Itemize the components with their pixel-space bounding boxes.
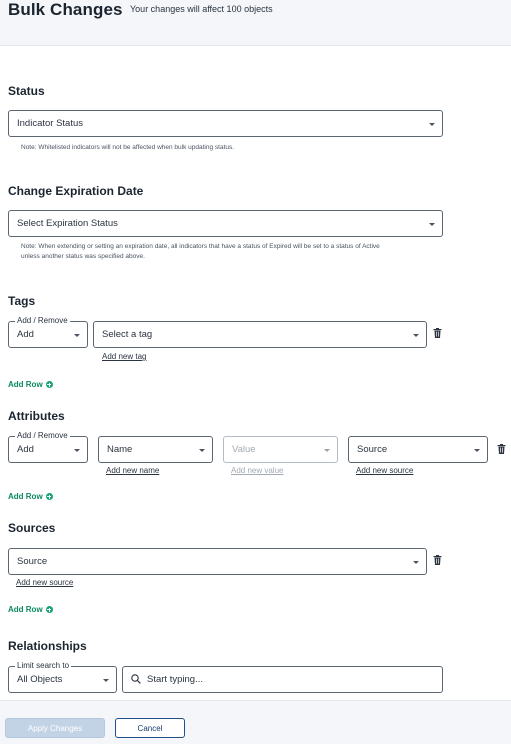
sources-section-title: Sources <box>8 521 56 535</box>
attribute-value-value: Value <box>232 444 256 455</box>
page-subtitle: Your changes will affect 100 objects <box>130 4 273 14</box>
bulk-changes-form: Status Indicator Status Note: Whiteliste… <box>0 46 511 700</box>
source-select[interactable]: Source <box>8 548 427 575</box>
status-section-title: Status <box>8 84 45 98</box>
expiration-note-line2: unless another status was specified abov… <box>21 253 145 260</box>
expiration-select-value: Select Expiration Status <box>17 218 118 229</box>
relationships-section-title: Relationships <box>8 639 87 653</box>
expiration-select[interactable]: Select Expiration Status <box>8 210 443 237</box>
add-new-name-link[interactable]: Add new name <box>106 466 159 475</box>
tags-mode-select[interactable]: Add / Remove Add <box>8 316 88 348</box>
tags-mode-value: Add <box>17 329 34 340</box>
add-new-tag-link[interactable]: Add new tag <box>102 352 146 361</box>
source-select-value: Source <box>17 556 48 567</box>
caret-down-icon <box>429 123 435 126</box>
tags-mode-legend: Add / Remove <box>15 316 70 325</box>
apply-changes-button[interactable]: Apply Changes <box>5 718 105 738</box>
limit-search-value: All Objects <box>17 674 63 685</box>
status-note: Note: Whitelisted indicators will not be… <box>21 144 235 151</box>
relationship-search-input[interactable]: Start typing... <box>122 666 443 693</box>
relationship-search-placeholder: Start typing... <box>147 674 203 685</box>
expiration-section-title: Change Expiration Date <box>8 184 144 198</box>
attribute-source-select[interactable]: Source <box>348 436 488 463</box>
add-new-value-link[interactable]: Add new value <box>231 466 283 475</box>
attributes-mode-select[interactable]: Add / Remove Add <box>8 431 88 463</box>
header: Bulk Changes Your changes will affect 10… <box>0 0 511 46</box>
footer: Apply Changes Cancel <box>0 700 511 744</box>
attributes-add-row-button[interactable]: Add Row <box>8 492 53 501</box>
caret-down-icon <box>413 334 419 337</box>
trash-icon[interactable] <box>433 328 442 338</box>
add-new-source-link[interactable]: Add new source <box>356 466 413 475</box>
status-select-value: Indicator Status <box>17 118 84 129</box>
attribute-name-select[interactable]: Name <box>98 436 213 463</box>
attributes-section-title: Attributes <box>8 409 65 423</box>
caret-down-icon <box>74 449 80 452</box>
attribute-source-value: Source <box>357 444 388 455</box>
limit-search-select[interactable]: Limit search to All Objects <box>8 661 117 693</box>
trash-icon[interactable] <box>497 444 506 454</box>
caret-down-icon <box>103 679 109 682</box>
add-row-label: Add Row <box>8 492 43 501</box>
attribute-value-select[interactable]: Value <box>223 436 338 463</box>
cancel-button[interactable]: Cancel <box>115 718 185 738</box>
plus-circle-icon <box>45 606 53 613</box>
attributes-mode-value: Add <box>17 444 34 455</box>
caret-down-icon <box>199 449 205 452</box>
sources-add-row-button[interactable]: Add Row <box>8 605 53 614</box>
status-select[interactable]: Indicator Status <box>8 110 443 137</box>
caret-down-icon <box>74 334 80 337</box>
caret-down-icon <box>429 223 435 226</box>
tags-add-row-button[interactable]: Add Row <box>8 380 53 389</box>
add-row-label: Add Row <box>8 380 43 389</box>
plus-circle-icon <box>45 493 53 500</box>
tag-select-placeholder: Select a tag <box>102 329 153 340</box>
add-new-source-link[interactable]: Add new source <box>16 578 73 587</box>
caret-down-icon <box>413 561 419 564</box>
add-row-label: Add Row <box>8 605 43 614</box>
tag-select[interactable]: Select a tag <box>93 321 427 348</box>
trash-icon[interactable] <box>433 555 442 565</box>
search-icon <box>131 674 141 684</box>
caret-down-icon <box>474 449 480 452</box>
plus-circle-icon <box>45 381 53 388</box>
expiration-note-line1: Note: When extending or setting an expir… <box>21 243 380 250</box>
page-title: Bulk Changes <box>8 0 123 19</box>
attributes-mode-legend: Add / Remove <box>15 431 70 440</box>
tags-section-title: Tags <box>8 294 36 308</box>
attribute-name-value: Name <box>107 444 133 455</box>
caret-down-icon <box>324 449 330 452</box>
limit-search-legend: Limit search to <box>15 661 72 670</box>
